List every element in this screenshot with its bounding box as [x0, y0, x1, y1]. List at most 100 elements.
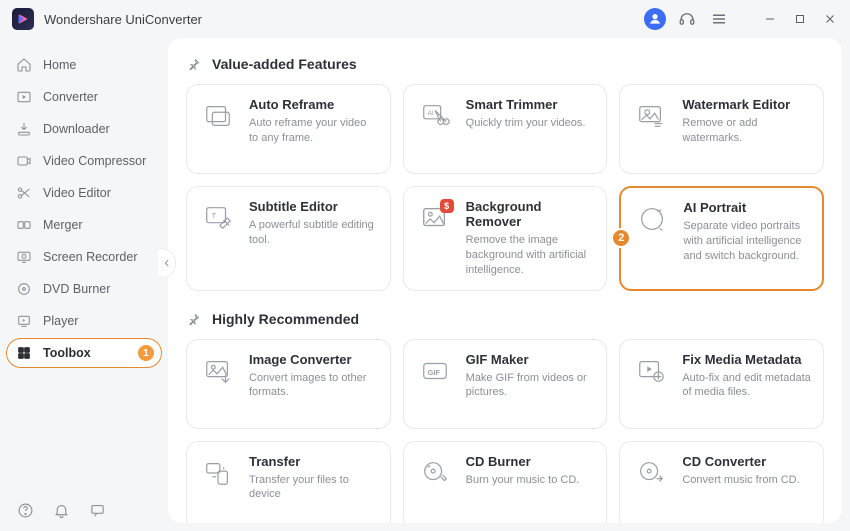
card-gif-maker[interactable]: GIF GIF Maker Make GIF from videos or pi… — [403, 339, 608, 429]
sidebar-list: Home Converter Downloader Video Compress… — [6, 50, 162, 368]
card-title: Auto Reframe — [249, 97, 378, 112]
sidebar-item-label: Video Editor — [43, 186, 111, 200]
card-desc: A powerful subtitle editing tool. — [249, 218, 378, 248]
help-icon[interactable] — [16, 501, 34, 519]
account-avatar[interactable] — [644, 8, 666, 30]
sidebar-item-video-compressor[interactable]: Video Compressor — [6, 146, 162, 176]
sidebar-bottom — [6, 495, 162, 525]
card-fix-metadata[interactable]: Fix Media Metadata Auto-fix and edit met… — [619, 339, 824, 429]
step-badge-2: 2 — [611, 228, 631, 248]
svg-text:AI: AI — [427, 110, 433, 117]
sidebar-item-converter[interactable]: Converter — [6, 82, 162, 112]
compressor-icon — [15, 153, 33, 169]
card-desc: Transfer your files to device — [249, 473, 378, 503]
sidebar-item-home[interactable]: Home — [6, 50, 162, 80]
ai-portrait-icon — [635, 202, 669, 236]
svg-text:GIF: GIF — [427, 367, 440, 376]
window-minimize[interactable] — [760, 9, 780, 29]
card-cd-burner[interactable]: CD Burner Burn your music to CD. — [403, 441, 608, 523]
sidebar-item-dvd-burner[interactable]: DVD Burner — [6, 274, 162, 304]
bell-icon[interactable] — [52, 501, 70, 519]
card-background-remover[interactable]: $ Background Remover Remove the image ba… — [403, 186, 608, 291]
card-cd-converter[interactable]: CD Converter Convert music from CD. — [619, 441, 824, 523]
card-title: Image Converter — [249, 352, 378, 367]
headset-icon[interactable] — [676, 8, 698, 30]
card-desc: Quickly trim your videos. — [466, 116, 586, 131]
card-desc: Auto-fix and edit metadata of media file… — [682, 371, 811, 401]
section-title: Value-added Features — [212, 56, 357, 72]
card-transfer[interactable]: Transfer Transfer your files to device — [186, 441, 391, 523]
sidebar-item-label: Downloader — [43, 122, 110, 136]
section-title: Highly Recommended — [212, 311, 359, 327]
bg-remover-icon: $ — [418, 201, 452, 235]
card-desc: Auto reframe your video to any frame. — [249, 116, 378, 146]
converter-icon — [15, 89, 33, 105]
sidebar-item-merger[interactable]: Merger — [6, 210, 162, 240]
download-icon — [15, 121, 33, 137]
metadata-icon — [634, 354, 668, 388]
card-subtitle-editor[interactable]: T Subtitle Editor A powerful subtitle ed… — [186, 186, 391, 291]
main-scroll[interactable]: Value-added Features Auto Reframe Auto r… — [186, 50, 832, 523]
merger-icon — [15, 217, 33, 233]
auto-reframe-icon — [201, 99, 235, 133]
card-desc: Convert images to other formats. — [249, 371, 378, 401]
card-title: CD Burner — [466, 454, 580, 469]
scissors-icon — [15, 185, 33, 201]
card-ai-portrait[interactable]: 2 AI Portrait Separate video portraits w… — [619, 186, 824, 291]
feedback-icon[interactable] — [88, 501, 106, 519]
app-title: Wondershare UniConverter — [44, 12, 202, 27]
window-maximize[interactable] — [790, 9, 810, 29]
card-desc: Remove the image background with artific… — [466, 233, 595, 278]
window-close[interactable] — [820, 9, 840, 29]
step-badge-1: 1 — [137, 344, 155, 362]
sidebar-item-screen-recorder[interactable]: Screen Recorder — [6, 242, 162, 272]
subtitle-icon: T — [201, 201, 235, 235]
home-icon — [15, 57, 33, 73]
recorder-icon — [15, 249, 33, 265]
card-watermark-editor[interactable]: Watermark Editor Remove or add watermark… — [619, 84, 824, 174]
card-desc: Burn your music to CD. — [466, 473, 580, 488]
card-title: Smart Trimmer — [466, 97, 586, 112]
app-logo — [12, 8, 34, 30]
smart-trimmer-icon: AI — [418, 99, 452, 133]
sidebar-item-label: Toolbox — [43, 346, 91, 360]
toolbox-icon — [15, 345, 33, 361]
sidebar: Home Converter Downloader Video Compress… — [0, 38, 168, 531]
sidebar-item-label: Home — [43, 58, 76, 72]
pin-icon — [186, 56, 202, 72]
player-icon — [15, 313, 33, 329]
card-image-converter[interactable]: Image Converter Convert images to other … — [186, 339, 391, 429]
sidebar-item-player[interactable]: Player — [6, 306, 162, 336]
card-title: Subtitle Editor — [249, 199, 378, 214]
gif-icon: GIF — [418, 354, 452, 388]
sidebar-item-label: Screen Recorder — [43, 250, 138, 264]
recommended-grid: Image Converter Convert images to other … — [186, 339, 824, 523]
card-desc: Convert music from CD. — [682, 473, 799, 488]
image-converter-icon — [201, 354, 235, 388]
sidebar-item-label: Video Compressor — [43, 154, 146, 168]
price-badge: $ — [440, 199, 454, 213]
card-title: Background Remover — [466, 199, 595, 229]
sidebar-item-video-editor[interactable]: Video Editor — [6, 178, 162, 208]
sidebar-item-label: Player — [43, 314, 78, 328]
card-title: AI Portrait — [683, 200, 810, 215]
section-header-value-added: Value-added Features — [186, 56, 824, 72]
sidebar-item-toolbox[interactable]: Toolbox 1 — [6, 338, 162, 368]
section-header-recommended: Highly Recommended — [186, 311, 824, 327]
pin-icon — [186, 311, 202, 327]
cd-burner-icon — [418, 456, 452, 490]
main-menu-icon[interactable] — [708, 8, 730, 30]
sidebar-item-downloader[interactable]: Downloader — [6, 114, 162, 144]
disc-icon — [15, 281, 33, 297]
cd-converter-icon — [634, 456, 668, 490]
svg-text:T: T — [211, 211, 216, 220]
title-bar: Wondershare UniConverter — [0, 0, 850, 38]
card-title: Fix Media Metadata — [682, 352, 811, 367]
card-auto-reframe[interactable]: Auto Reframe Auto reframe your video to … — [186, 84, 391, 174]
transfer-icon — [201, 456, 235, 490]
card-title: CD Converter — [682, 454, 799, 469]
value-added-grid: Auto Reframe Auto reframe your video to … — [186, 84, 824, 291]
main-panel: Value-added Features Auto Reframe Auto r… — [168, 38, 842, 523]
card-desc: Separate video portraits with artificial… — [683, 219, 810, 264]
card-smart-trimmer[interactable]: AI Smart Trimmer Quickly trim your video… — [403, 84, 608, 174]
